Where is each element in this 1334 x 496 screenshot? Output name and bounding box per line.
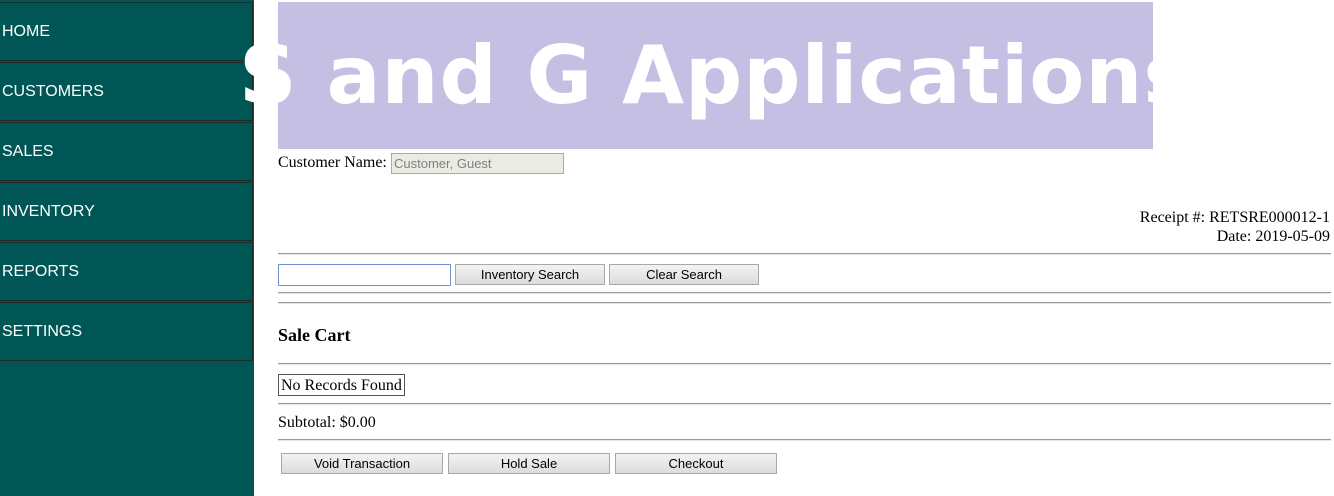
divider	[278, 302, 1331, 304]
brand-banner: S and G Applications	[239, 2, 1191, 149]
divider	[278, 253, 1331, 255]
empty-cart-message: No Records Found	[278, 374, 405, 396]
brand-title: S and G Applications	[239, 29, 1192, 122]
divider	[278, 403, 1331, 405]
receipt-number: Receipt #: RETSRE000012-1	[1139, 209, 1330, 226]
void-transaction-button[interactable]: Void Transaction	[281, 453, 443, 474]
sale-cart-heading: Sale Cart	[278, 325, 351, 345]
receipt-date: Date: 2019-05-09	[1216, 228, 1330, 245]
sidebar-item-sales[interactable]: SALES	[0, 122, 253, 181]
customer-name-field[interactable]	[391, 153, 564, 174]
divider	[278, 292, 1331, 294]
inventory-search-button[interactable]: Inventory Search	[455, 264, 605, 285]
clear-search-button[interactable]: Clear Search	[609, 264, 759, 285]
sidebar-item-customers[interactable]: CUSTOMERS	[0, 62, 253, 121]
search-input[interactable]	[278, 264, 451, 286]
sidebar-item-reports[interactable]: REPORTS	[0, 242, 253, 301]
sidebar-item-inventory[interactable]: INVENTORY	[0, 182, 253, 241]
hold-sale-button[interactable]: Hold Sale	[448, 453, 610, 474]
sidebar-nav: HOME CUSTOMERS SALES INVENTORY REPORTS S…	[0, 0, 254, 496]
divider	[278, 439, 1331, 441]
sidebar-item-settings[interactable]: SETTINGS	[0, 302, 253, 361]
sidebar-item-home[interactable]: HOME	[0, 2, 253, 61]
subtotal: Subtotal: $0.00	[278, 414, 376, 431]
divider	[278, 363, 1331, 365]
checkout-button[interactable]: Checkout	[615, 453, 777, 474]
customer-name-label: Customer Name:	[278, 154, 387, 171]
